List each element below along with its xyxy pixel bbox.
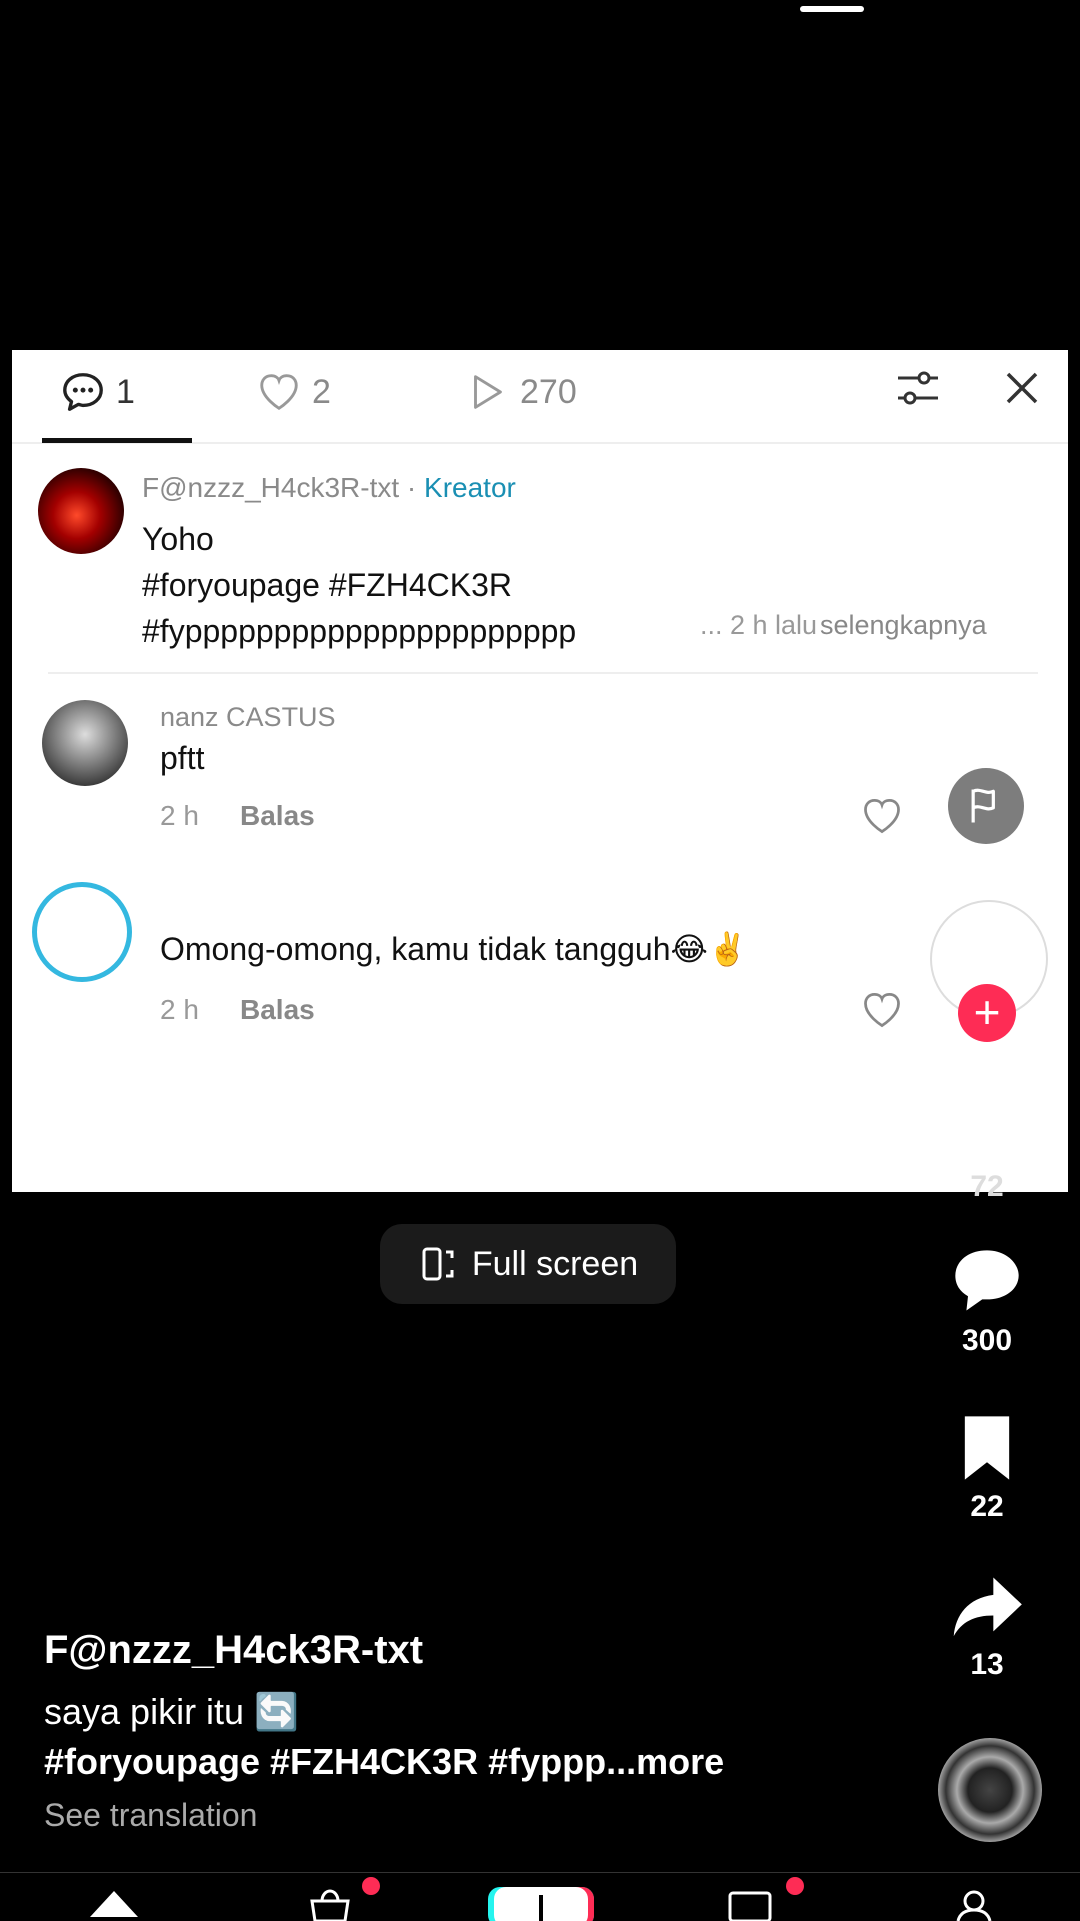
create-icon[interactable] [486, 1885, 596, 1921]
save-button[interactable]: 22 [936, 1410, 1038, 1524]
reply-button[interactable]: Balas [240, 800, 315, 832]
play-icon [474, 375, 502, 409]
comments-count: 1 [116, 372, 135, 411]
profile-icon[interactable] [944, 1887, 1004, 1921]
shop-notification-dot [362, 1877, 380, 1895]
fullscreen-label: Full screen [471, 1244, 639, 1283]
fullscreen-button[interactable]: Full screen [380, 1224, 676, 1304]
caption-hashtags[interactable]: #foryoupage #FZH4CK3R #fyppp...more [44, 1741, 904, 1783]
creator-avatar[interactable] [38, 468, 124, 554]
commenter-name[interactable]: nanz CASTUS [160, 702, 336, 733]
post-time: ... 2 h lalu [700, 610, 818, 640]
home-icon[interactable] [84, 1887, 144, 1921]
post-line-2: #foryoupage #FZH4CK3R [142, 567, 512, 603]
share-icon [953, 1577, 1022, 1637]
follow-button[interactable]: + [958, 984, 1016, 1042]
reply-button[interactable]: Balas [240, 994, 315, 1026]
share-count: 13 [970, 1648, 1004, 1681]
post-line-1: Yoho [142, 521, 214, 557]
heart-icon [260, 374, 298, 410]
views-count: 270 [520, 372, 577, 411]
comment-tabs: 1 2 270 [12, 350, 1068, 444]
creator-name-line: F@nzzz_H4ck3R-txt · Kreator [142, 472, 516, 504]
tab-views[interactable]: 270 [464, 362, 577, 422]
commenter-avatar[interactable] [32, 882, 132, 982]
likes-count: 2 [312, 372, 331, 411]
like-button[interactable]: 72 [936, 1090, 1038, 1204]
top-indicator [800, 6, 864, 12]
heart-icon[interactable] [860, 988, 904, 1032]
commenter-avatar[interactable] [42, 700, 128, 786]
video-frame[interactable]: 1 2 270 F@nzzz_H4ck3R-txt · Kreator Yoho… [12, 350, 1068, 1192]
share-button[interactable]: 13 [936, 1568, 1038, 1682]
save-count: 22 [970, 1490, 1004, 1523]
see-translation-link[interactable]: See translation [44, 1797, 904, 1834]
comment-text: pftt [160, 740, 205, 776]
comment-time: 2 h [160, 994, 199, 1025]
flag-icon [971, 788, 995, 823]
filter-icon[interactable] [890, 360, 946, 416]
bookmark-icon [964, 1416, 1010, 1480]
close-icon[interactable] [994, 360, 1050, 416]
bottom-nav [0, 1872, 1080, 1921]
tab-comments[interactable]: 1 [60, 362, 135, 422]
comment-icon [955, 1250, 1019, 1311]
tab-likes[interactable]: 2 [256, 362, 331, 422]
active-tab-underline [42, 438, 192, 443]
inbox-notification-dot [786, 1877, 804, 1895]
see-more-link[interactable]: selengkapnya [820, 610, 987, 641]
video-caption: F@nzzz_H4ck3R-txt saya pikir itu 🔄 #fory… [44, 1628, 904, 1834]
comment-icon [63, 373, 103, 411]
shop-icon[interactable] [300, 1887, 360, 1921]
report-button[interactable] [948, 768, 1024, 844]
comment-time: 2 h [160, 800, 199, 831]
music-disc[interactable] [938, 1738, 1042, 1842]
comment-text: Omong-omong, kamu tidak tangguh😂✌️ [160, 931, 748, 967]
comment-button[interactable]: 300 [936, 1244, 1038, 1358]
fullscreen-icon [422, 1247, 454, 1281]
heart-icon[interactable] [860, 794, 904, 838]
name-separator: · [399, 472, 425, 503]
inbox-icon[interactable] [720, 1887, 780, 1921]
divider [48, 672, 1038, 674]
like-count: 72 [970, 1170, 1004, 1203]
heart-icon [955, 1097, 1019, 1159]
caption-text: saya pikir itu 🔄 [44, 1691, 299, 1732]
author-name[interactable]: F@nzzz_H4ck3R-txt [44, 1628, 904, 1673]
creator-tag: Kreator [424, 472, 516, 503]
creator-username[interactable]: F@nzzz_H4ck3R-txt [142, 472, 399, 503]
comment-count: 300 [961, 1324, 1013, 1357]
